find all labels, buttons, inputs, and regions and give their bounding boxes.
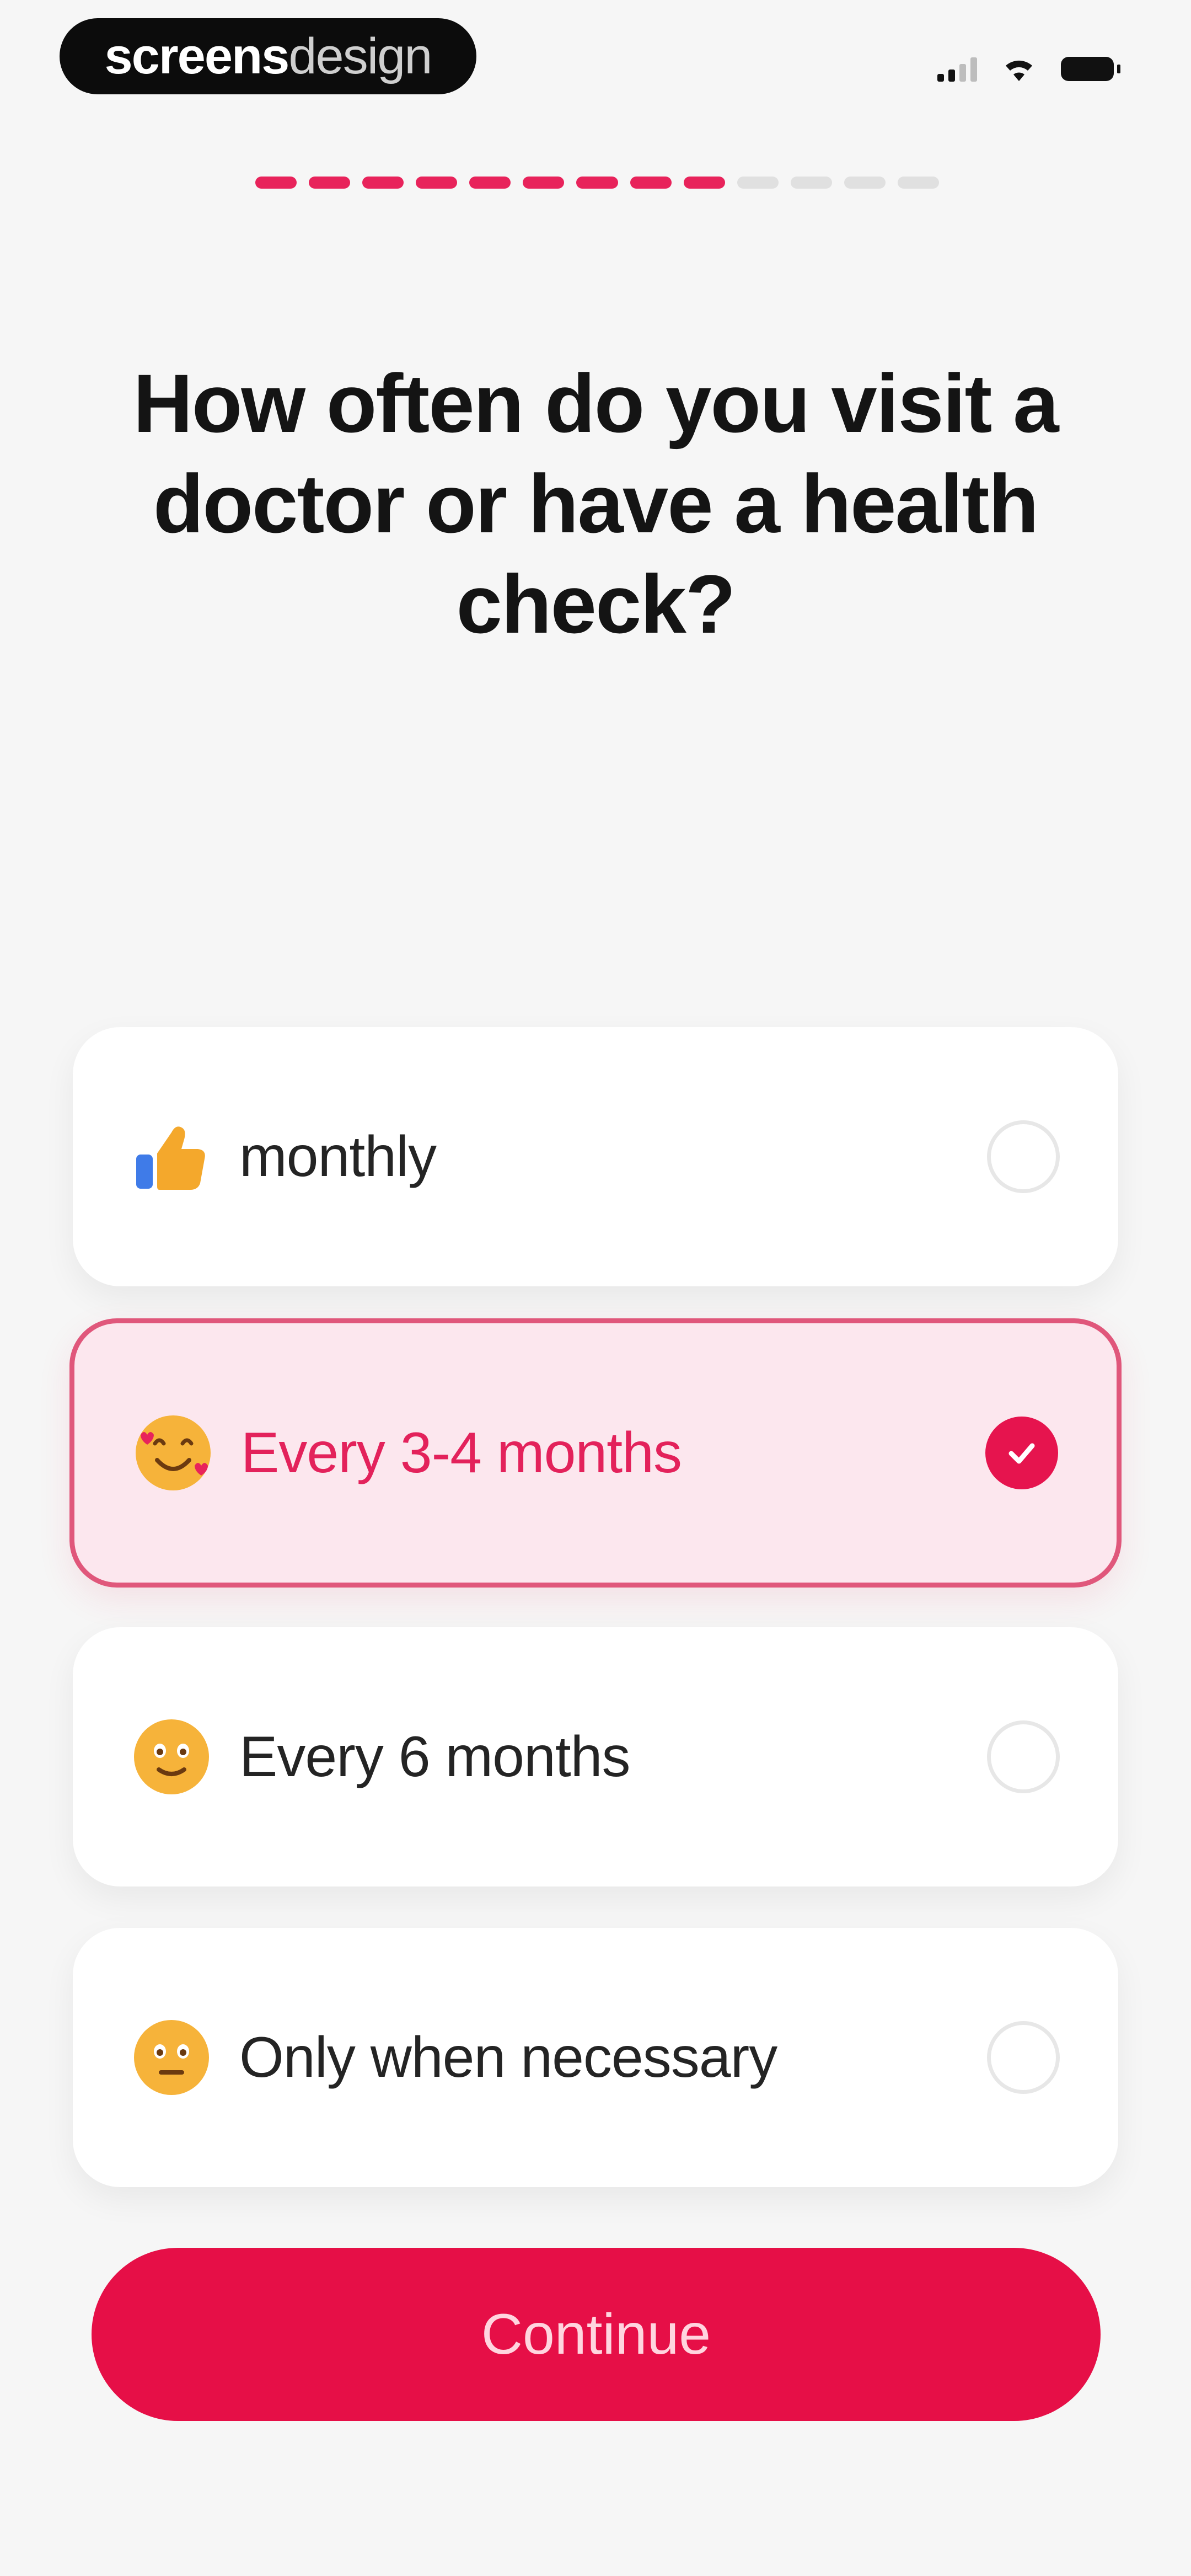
progress-segment: [469, 177, 511, 189]
neutral-face-icon: [130, 2016, 213, 2099]
brand-bold-text: screens: [104, 28, 290, 84]
progress-segment: [844, 177, 886, 189]
progress-segment: [416, 177, 458, 189]
radio-button-checked[interactable]: [985, 1417, 1058, 1489]
progress-bar: [255, 177, 940, 189]
progress-segment: [790, 177, 832, 189]
progress-segment: [255, 177, 297, 189]
option-every-6-months[interactable]: Every 6 months: [73, 1627, 1118, 1886]
screen: screens design How often do you visit a d…: [0, 0, 1191, 2576]
progress-segment: [362, 177, 404, 189]
option-label: Only when necessary: [239, 2025, 777, 2089]
radio-button[interactable]: [987, 1720, 1060, 1793]
question-title: How often do you visit a doctor or have …: [133, 357, 1059, 650]
option-monthly[interactable]: monthly: [73, 1027, 1118, 1286]
option-only-when-necessary[interactable]: Only when necessary: [73, 1928, 1118, 2187]
radio-button[interactable]: [987, 1120, 1060, 1193]
option-label: Every 3-4 months: [241, 1420, 682, 1485]
battery-icon: [1061, 57, 1120, 81]
brand-badge: screens design: [60, 18, 476, 94]
smiling-face-with-hearts-icon: [132, 1412, 214, 1494]
slightly-smiling-face-icon: [130, 1715, 213, 1798]
progress-segment: [630, 177, 672, 189]
checkmark-icon: [1008, 1443, 1035, 1464]
continue-button[interactable]: Continue: [92, 2248, 1101, 2421]
cellular-signal-icon: [937, 56, 977, 82]
progress-segment: [737, 177, 779, 189]
progress-segment: [523, 177, 565, 189]
option-every-3-4-months[interactable]: Every 3-4 months: [69, 1318, 1122, 1588]
progress-segment: [576, 177, 618, 189]
radio-button[interactable]: [987, 2021, 1060, 2094]
brand-light-text: design: [288, 28, 432, 84]
progress-segment: [683, 177, 725, 189]
option-label: Every 6 months: [239, 1724, 631, 1789]
progress-segment: [897, 177, 940, 189]
status-icons: [937, 47, 1120, 91]
progress-segment: [309, 177, 351, 189]
option-label: monthly: [239, 1124, 437, 1189]
wifi-icon: [1006, 60, 1032, 81]
thumbs-up-icon: [130, 1115, 213, 1198]
